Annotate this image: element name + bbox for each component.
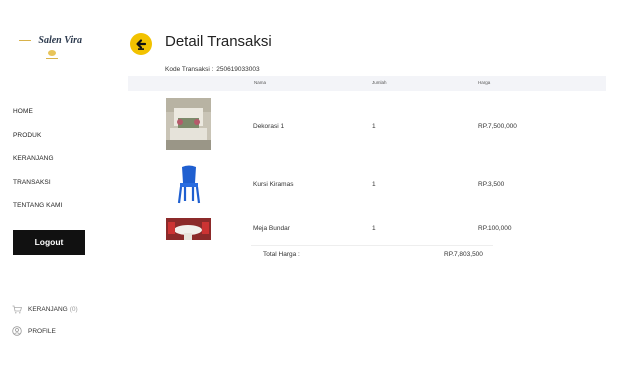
row-nama: Kursi Kiramas xyxy=(253,181,294,188)
row-nama: Dekorasi 1 xyxy=(253,123,285,130)
nav-item-keranjang[interactable]: KERANJANG xyxy=(13,151,62,175)
brand-logo[interactable]: Salen Vira xyxy=(12,32,92,60)
row-jumlah: 1 xyxy=(372,181,376,188)
table-row: Dekorasi 1 1 RP.7,500,000 xyxy=(128,96,606,152)
back-arrow-icon xyxy=(136,39,147,50)
transaction-code-value: 250619033003 xyxy=(216,66,260,73)
cart-count: (0) xyxy=(69,306,78,313)
table-row: Meja Bundar 1 RP.100,000 xyxy=(128,214,606,242)
nav-item-transaksi[interactable]: TRANSAKSI xyxy=(13,175,62,199)
cart-label: KERANJANG xyxy=(28,306,68,313)
logo-ornament xyxy=(48,50,56,56)
product-image xyxy=(166,98,211,150)
row-harga: RP.3,500 xyxy=(478,181,505,188)
table-row: Kursi Kiramas 1 RP.3,500 xyxy=(128,160,606,206)
row-jumlah: 1 xyxy=(372,225,376,232)
sidebar-nav: HOME PRODUK KERANJANG TRANSAKSI TENTANG … xyxy=(13,104,62,222)
profile-label: PROFILE xyxy=(28,327,56,335)
total-value: RP.7,803,500 xyxy=(444,251,483,258)
col-header-harga: Harga xyxy=(478,80,491,85)
nav-item-produk[interactable]: PRODUK xyxy=(13,128,62,152)
row-harga: RP.100,000 xyxy=(478,225,512,232)
col-header-nama: Nama xyxy=(254,80,267,85)
product-image xyxy=(166,218,211,240)
nav-item-home[interactable]: HOME xyxy=(13,104,62,128)
table-header: Nama Jumlah Harga xyxy=(128,76,606,91)
sidebar: Salen Vira HOME PRODUK KERANJANG TRANSAK… xyxy=(0,0,110,379)
total-label: Total Harga : xyxy=(263,251,300,258)
logout-button[interactable]: Logout xyxy=(13,230,85,255)
page-title: Detail Transaksi xyxy=(165,33,272,50)
logo-line-left xyxy=(18,40,31,42)
profile-icon xyxy=(12,326,22,336)
transaction-code: Kode Transaksi : 250619033003 xyxy=(165,66,260,73)
row-harga: RP.7,500,000 xyxy=(478,123,517,130)
row-jumlah: 1 xyxy=(372,123,376,130)
nav-item-tentang-kami[interactable]: TENTANG KAMI xyxy=(13,198,62,222)
product-image xyxy=(175,164,203,204)
col-header-jumlah: Jumlah xyxy=(372,80,387,85)
total-divider xyxy=(251,245,493,246)
transaction-code-label: Kode Transaksi : xyxy=(165,66,214,73)
profile-link[interactable]: PROFILE xyxy=(12,326,56,336)
row-nama: Meja Bundar xyxy=(253,225,290,232)
logo-line-right xyxy=(46,58,58,60)
logo-text: Salen Vira xyxy=(38,35,83,47)
cart-icon xyxy=(12,305,22,314)
back-button[interactable] xyxy=(130,33,152,55)
cart-link[interactable]: KERANJANG (0) xyxy=(12,305,78,314)
